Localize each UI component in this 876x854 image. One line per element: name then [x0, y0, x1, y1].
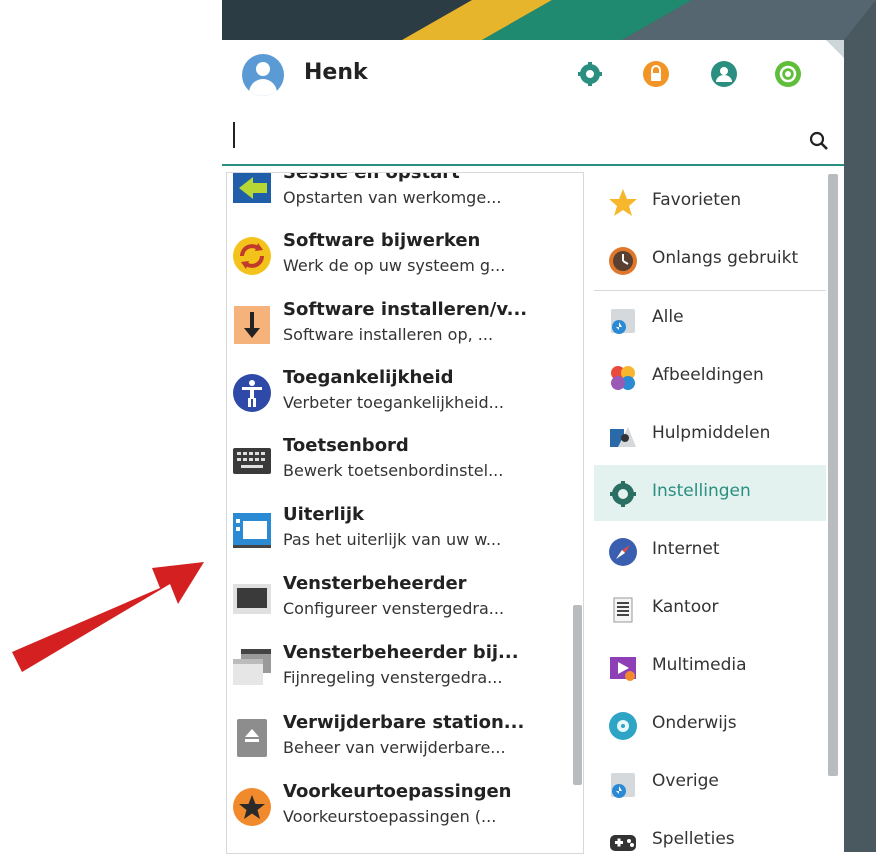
- list-item-window-manager[interactable]: Vensterbeheerder Configureer venstergedr…: [227, 569, 567, 637]
- settings-icon: [610, 481, 636, 507]
- category-onlangs-gebruikt[interactable]: Onlangs gebruikt: [594, 232, 826, 288]
- graphics-icon: [611, 366, 635, 390]
- log-out-button[interactable]: [774, 60, 802, 88]
- red-pointer-arrow: [12, 562, 204, 672]
- settings-icon: [578, 62, 602, 86]
- category-favorieten[interactable]: Favorieten: [594, 174, 826, 230]
- category-afbeeldingen[interactable]: Afbeeldingen: [594, 349, 826, 405]
- window-manager-icon: [233, 584, 271, 614]
- text-cursor: [233, 122, 235, 148]
- other-icon: [611, 773, 635, 798]
- removable-drive-icon: [237, 719, 267, 757]
- list-item-software-install[interactable]: Software installeren/v... Software insta…: [227, 295, 567, 363]
- list-scrollbar[interactable]: [573, 605, 582, 785]
- keyboard-icon: [233, 448, 271, 474]
- list-item-software-update[interactable]: Software bijwerken Werk de op uw systeem…: [227, 226, 567, 294]
- category-alle[interactable]: Alle: [594, 291, 826, 347]
- list-item-removable-drives[interactable]: Verwijderbare station... Beheer van verw…: [227, 708, 567, 776]
- category-overige[interactable]: Overige: [594, 755, 826, 811]
- settings-button[interactable]: [576, 60, 604, 88]
- list-item-session[interactable]: Sessie en opstart Opstarten van werkomge…: [227, 173, 567, 226]
- education-icon: [609, 712, 637, 740]
- preferred-apps-icon: [233, 788, 271, 826]
- games-icon: [610, 835, 636, 851]
- all-icon: [611, 309, 635, 334]
- tools-icon: [610, 427, 636, 447]
- list-item-window-tweaks[interactable]: Vensterbeheerder bij... Fijnregeling ven…: [227, 638, 567, 706]
- category-scrollbar[interactable]: [828, 174, 838, 776]
- search-bar: [222, 118, 844, 166]
- session-icon: [233, 173, 271, 203]
- office-icon: [613, 597, 633, 623]
- user-icon: [711, 61, 737, 87]
- category-hulpmiddelen[interactable]: Hulpmiddelen: [594, 407, 826, 463]
- application-list: Sessie en opstart Opstarten van werkomge…: [226, 172, 584, 854]
- search-input[interactable]: [230, 124, 794, 158]
- list-item-appearance[interactable]: Uiterlijk Pas het uiterlijk van uw w...: [227, 500, 567, 568]
- clock-icon: [609, 247, 637, 275]
- internet-icon: [609, 538, 637, 566]
- user-name: Henk: [304, 60, 368, 85]
- category-multimedia[interactable]: Multimedia: [594, 639, 826, 695]
- category-divider: [594, 290, 826, 291]
- appearance-icon: [233, 513, 271, 548]
- avatar: [242, 54, 284, 96]
- application-menu: Henk Sessie en opstart Opstarten van wer…: [222, 40, 844, 854]
- user-settings-button[interactable]: [710, 60, 738, 88]
- category-spelleties[interactable]: Spelleties: [594, 813, 826, 852]
- star-icon: [609, 189, 637, 216]
- category-internet[interactable]: Internet: [594, 523, 826, 579]
- search-icon: [809, 131, 828, 150]
- list-item-accessibility[interactable]: Toegankelijkheid Verbeter toegankelijkhe…: [227, 363, 567, 431]
- category-onderwijs[interactable]: Onderwijs: [594, 697, 826, 753]
- category-kantoor[interactable]: Kantoor: [594, 581, 826, 637]
- lock-icon: [643, 61, 669, 87]
- install-icon: [234, 306, 270, 344]
- list-item-keyboard[interactable]: Toetsenbord Bewerk toetsenbordinstel...: [227, 431, 567, 499]
- power-icon: [775, 61, 801, 87]
- window-tweaks-icon: [233, 649, 271, 685]
- update-icon: [233, 237, 271, 275]
- category-list: Favorieten Onlangs gebruikt Alle Afbeeld…: [594, 172, 826, 852]
- accessibility-icon: [233, 374, 271, 412]
- multimedia-icon: [610, 657, 636, 681]
- category-instellingen[interactable]: Instellingen: [594, 465, 826, 521]
- resize-corner[interactable]: [826, 40, 844, 58]
- lock-screen-button[interactable]: [642, 60, 670, 88]
- list-item-preferred-apps[interactable]: Voorkeurtoepassingen Voorkeurstoepassing…: [227, 777, 567, 845]
